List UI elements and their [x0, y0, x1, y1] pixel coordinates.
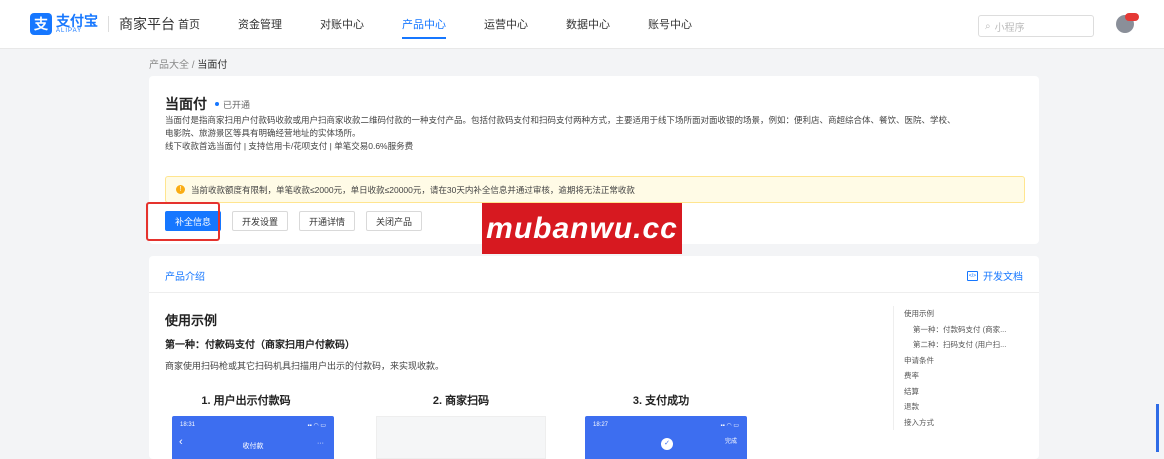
status-dot-icon — [215, 102, 219, 106]
feature-line: 线下收款首选当面付 | 支持信用卡/花呗支付 | 单笔交易0.6%服务费 — [165, 141, 414, 151]
warning-icon: ! — [176, 185, 185, 194]
search-input[interactable]: ⌕ 小程序 — [978, 15, 1094, 37]
logo-cn-text: 支付宝 — [56, 13, 98, 29]
phone-time: 18:27 — [593, 422, 609, 428]
nav-operations[interactable]: 运营中心 — [484, 0, 528, 48]
product-intro-card: 产品介绍 </> 开发文档 使用示例 第一种：付款码支付（商家扫用户付款码） 商… — [149, 256, 1039, 459]
main-nav: 首页 资金管理 对账中心 产品中心 运营中心 数据中心 账号中心 — [178, 0, 730, 48]
step-label: 2. 商家扫码 — [432, 395, 490, 407]
table-of-contents: 使用示例 第一种：付款码支付 (商家... 第二种：扫码支付 (用户扫... 申… — [893, 306, 1036, 430]
logo-divider — [108, 16, 109, 32]
phone-title: 收付款 — [242, 443, 264, 450]
close-product-button[interactable]: 关闭产品 — [366, 211, 423, 231]
phone-screenshot-payment-code: 18:31 ▪▪ ◠ ▭ ‹ 收付款 ··· — [172, 416, 334, 459]
watermark: mubanwu.cc — [482, 203, 682, 254]
watermark-text: mubanwu.cc — [486, 211, 678, 245]
nav-funds[interactable]: 资金管理 — [238, 0, 282, 48]
breadcrumb-parent[interactable]: 产品大全 — [149, 60, 189, 71]
alipay-logo[interactable]: 支 支付宝 ALIPAY 商家平台 — [30, 13, 175, 35]
toc-item[interactable]: 接入方式 — [904, 415, 1036, 431]
dev-settings-button[interactable]: 开发设置 — [232, 211, 289, 231]
toc-item[interactable]: 第二种：扫码支付 (用户扫... — [904, 337, 1036, 353]
status-badge: 已开通 — [223, 99, 251, 110]
limit-notice: ! 当前收款额度有限制，单笔收款≤2000元，单日收款≤20000元，请在30天… — [165, 176, 1025, 203]
section-heading: 使用示例 — [165, 313, 218, 328]
dev-docs-link[interactable]: </> 开发文档 — [967, 268, 1023, 283]
nav-account[interactable]: 账号中心 — [648, 0, 692, 48]
scrollbar[interactable] — [1156, 404, 1159, 452]
platform-name: 商家平台 — [119, 16, 175, 32]
highlight-box — [146, 202, 220, 241]
description-line: 当面付是指商家扫用户付款码收款或用户扫商家收款二维码付款的一种支付产品。包括付款… — [165, 115, 956, 125]
toc-item[interactable]: 结算 — [904, 384, 1036, 400]
doc-icon: </> — [967, 270, 978, 281]
notification-badge — [1125, 13, 1139, 21]
dev-docs-label: 开发文档 — [983, 272, 1023, 283]
breadcrumb: 产品大全 / 当面付 — [149, 56, 227, 71]
notice-text: 当前收款额度有限制，单笔收款≤2000元，单日收款≤20000元，请在30天内补… — [191, 184, 635, 195]
more-icon: ··· — [317, 440, 324, 447]
merchant-scan-image — [376, 416, 546, 459]
search-icon: ⌕ — [985, 20, 991, 32]
step-label: 1. 用户出示付款码 — [201, 395, 291, 407]
phone-time: 18:31 — [180, 422, 196, 428]
product-title-row: 当面付 已开通 — [165, 94, 250, 114]
nav-data[interactable]: 数据中心 — [566, 0, 610, 48]
toc-item[interactable]: 第一种：付款码支付 (商家... — [904, 322, 1036, 338]
breadcrumb-current: 当面付 — [197, 60, 228, 71]
success-icon: ✓ — [661, 438, 673, 450]
product-title: 当面付 — [165, 96, 207, 112]
toc-item[interactable]: 申请条件 — [904, 353, 1036, 369]
activation-details-button[interactable]: 开通详情 — [299, 211, 356, 231]
toc-item[interactable]: 退款 — [904, 399, 1036, 415]
phone-screenshot-success: 18:27 ▪▪ ◠ ▭ 完成 ✓ — [585, 416, 747, 459]
step-label: 3. 支付成功 — [632, 395, 690, 407]
description-line: 电影院、旅游景区等具有明确经营地址的实体场所。 — [165, 128, 361, 138]
method-title: 第一种：付款码支付（商家扫用户付款码） — [165, 340, 355, 351]
logo-text: 支付宝 ALIPAY — [56, 14, 98, 34]
phone-done: 完成 — [724, 439, 737, 445]
signal-icon: ▪▪ ◠ ▭ — [307, 423, 327, 429]
alipay-logo-icon: 支 — [30, 13, 52, 35]
nav-reconciliation[interactable]: 对账中心 — [320, 0, 364, 48]
breadcrumb-separator: / — [191, 60, 195, 71]
divider — [149, 292, 1039, 293]
search-placeholder: 小程序 — [994, 22, 1025, 34]
signal-icon: ▪▪ ◠ ▭ — [720, 423, 740, 429]
method-description: 商家使用扫码枪或其它扫码机具扫描用户出示的付款码，来实现收款。 — [165, 361, 445, 371]
product-description: 当面付是指商家扫用户付款码收款或用户扫商家收款二维码付款的一种支付产品。包括付款… — [165, 114, 1025, 153]
toc-item[interactable]: 费率 — [904, 368, 1036, 384]
top-navbar: 支 支付宝 ALIPAY 商家平台 首页 资金管理 对账中心 产品中心 运营中心… — [0, 0, 1164, 49]
nav-home[interactable]: 首页 — [178, 0, 200, 48]
tab-product-intro[interactable]: 产品介绍 — [165, 268, 205, 283]
nav-products[interactable]: 产品中心 — [402, 0, 446, 48]
toc-item[interactable]: 使用示例 — [904, 306, 1036, 322]
